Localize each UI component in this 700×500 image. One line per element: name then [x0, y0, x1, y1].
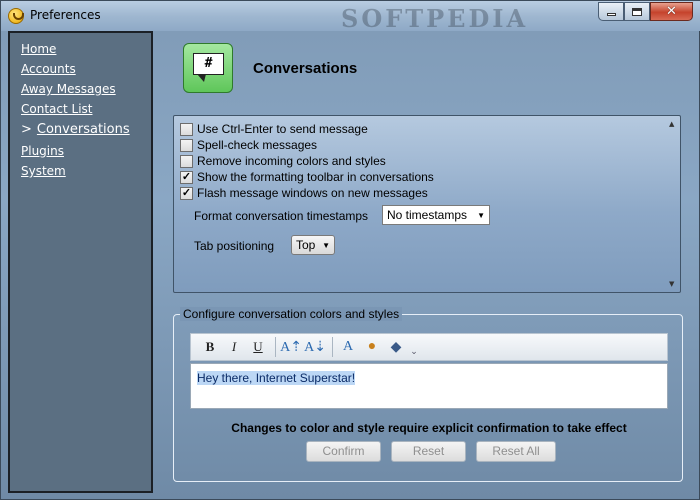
font-button[interactable]: A: [337, 336, 359, 358]
toolbar-overflow-icon[interactable]: ⌄: [409, 337, 419, 357]
palette-icon: ●: [367, 339, 377, 354]
close-button[interactable]: ✕: [650, 2, 693, 21]
checkbox[interactable]: [180, 138, 193, 152]
sidebar-list: Home Accounts Away Messages Contact List…: [10, 33, 151, 181]
options-panel: Use Ctrl-Enter to send message Spell-che…: [173, 115, 681, 293]
sidebar-item-accounts[interactable]: Accounts: [21, 59, 151, 79]
sidebar-item-contact-list[interactable]: Contact List: [21, 99, 151, 119]
title-bar[interactable]: Preferences SOFTPEDIA ✕: [1, 1, 700, 33]
font-icon: A: [342, 339, 354, 354]
sidebar-item-plugins[interactable]: Plugins: [21, 141, 151, 161]
background-fill-button[interactable]: ◆: [385, 336, 407, 358]
minimize-icon: [606, 13, 616, 16]
timestamps-select[interactable]: No timestamps ▼: [382, 205, 490, 225]
preferences-window: Preferences SOFTPEDIA ✕ Home Accounts Aw…: [0, 0, 700, 500]
font-grow-button[interactable]: A⇡: [280, 336, 302, 358]
content-panel: # Conversations Use Ctrl-Enter to send m…: [161, 31, 693, 493]
checkbox-checked[interactable]: [180, 170, 193, 184]
option-spell-check[interactable]: Spell-check messages: [180, 137, 317, 153]
minimize-button[interactable]: [598, 2, 624, 21]
checkbox[interactable]: [180, 122, 193, 136]
sidebar-item-system[interactable]: System: [21, 161, 151, 181]
scroll-up-icon[interactable]: ▲: [669, 120, 674, 128]
formatting-toolbar: B I U A⇡ A⇣ A ● ◆ ⌄: [190, 333, 668, 361]
sidebar-item-away-messages[interactable]: Away Messages: [21, 79, 151, 99]
softpedia-watermark: SOFTPEDIA: [341, 4, 529, 33]
active-indicator: >: [21, 122, 32, 137]
bold-button[interactable]: B: [199, 336, 221, 358]
font-shrink-icon: A⇣: [304, 339, 326, 355]
select-value: Top: [296, 238, 316, 252]
font-grow-icon: A⇡: [280, 339, 302, 355]
sidebar-item-label: Contact List: [21, 102, 93, 116]
checkbox-label: Show the formatting toolbar in conversat…: [197, 170, 434, 184]
scroll-down-icon[interactable]: ▼: [669, 280, 674, 288]
toolbar-separator: [332, 337, 333, 357]
reset-all-button[interactable]: Reset All: [476, 441, 556, 462]
paint-bucket-icon: ◆: [390, 339, 402, 355]
checkbox-label: Use Ctrl-Enter to send message: [197, 122, 368, 136]
sidebar-item-label: System: [21, 164, 66, 178]
underline-button[interactable]: U: [247, 336, 269, 358]
conversations-icon: #: [183, 43, 233, 93]
sidebar-item-label: Home: [21, 42, 57, 56]
timestamps-label: Format conversation timestamps: [194, 209, 369, 223]
caption-buttons: ✕: [598, 2, 693, 21]
checkbox-label: Remove incoming colors and styles: [197, 154, 386, 168]
tab-positioning-select[interactable]: Top ▼: [291, 235, 335, 255]
chevron-down-icon: ▼: [477, 210, 485, 220]
option-ctrl-enter[interactable]: Use Ctrl-Enter to send message: [180, 121, 368, 137]
checkbox-checked[interactable]: [180, 186, 193, 200]
sidebar-item-label: Away Messages: [21, 82, 116, 96]
window-title: Preferences: [30, 8, 101, 22]
maximize-icon: [632, 7, 642, 16]
option-show-toolbar[interactable]: Show the formatting toolbar in conversat…: [180, 169, 434, 185]
confirm-button[interactable]: Confirm: [306, 441, 381, 462]
preview-text: Hey there, Internet Superstar!: [197, 371, 356, 385]
speech-bubble-icon: #: [193, 53, 224, 75]
italic-button[interactable]: I: [223, 336, 245, 358]
app-logo-icon: [8, 8, 24, 24]
option-remove-colors[interactable]: Remove incoming colors and styles: [180, 153, 386, 169]
color-palette-button[interactable]: ●: [361, 336, 383, 358]
action-buttons: Confirm Reset Reset All: [306, 441, 556, 462]
font-shrink-button[interactable]: A⇣: [304, 336, 326, 358]
checkbox-label: Flash message windows on new messages: [197, 186, 428, 200]
reset-button[interactable]: Reset: [391, 441, 466, 462]
style-preview[interactable]: Hey there, Internet Superstar!: [190, 363, 668, 409]
close-icon: ✕: [666, 4, 677, 19]
page-title: Conversations: [253, 60, 358, 77]
checkbox[interactable]: [180, 154, 193, 168]
sidebar: Home Accounts Away Messages Contact List…: [8, 31, 153, 493]
sidebar-item-label: Conversations: [36, 122, 130, 137]
chevron-down-icon: ▼: [322, 240, 330, 250]
group-legend: Configure conversation colors and styles: [180, 307, 403, 321]
sidebar-item-home[interactable]: Home: [21, 39, 151, 59]
option-flash-windows[interactable]: Flash message windows on new messages: [180, 185, 428, 201]
select-value: No timestamps: [387, 208, 468, 222]
checkbox-label: Spell-check messages: [197, 138, 318, 152]
tab-positioning-label: Tab positioning: [194, 239, 275, 253]
sidebar-item-label: Plugins: [21, 144, 64, 158]
toolbar-separator: [275, 337, 276, 357]
options-scrollbar[interactable]: ▲ ▼: [666, 116, 680, 292]
sidebar-item-label: Accounts: [21, 62, 76, 76]
style-group: Configure conversation colors and styles…: [173, 307, 683, 482]
maximize-button[interactable]: [624, 2, 650, 21]
sidebar-item-conversations[interactable]: > Conversations: [21, 119, 151, 141]
speech-bubble-tail: [197, 74, 206, 82]
confirmation-notice: Changes to color and style require expli…: [231, 421, 627, 435]
